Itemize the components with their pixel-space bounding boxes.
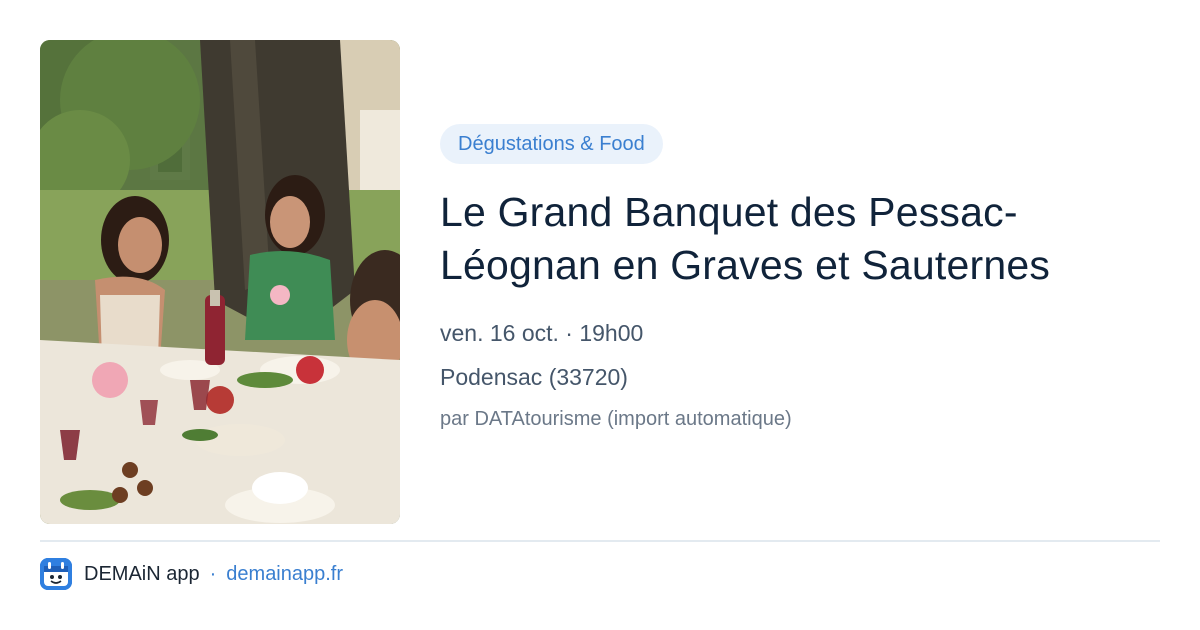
event-share-card[interactable]: Dégustations & Food Le Grand Banquet des… bbox=[0, 0, 1200, 630]
category-badge[interactable]: Dégustations & Food bbox=[440, 124, 663, 164]
site-link[interactable]: demainapp.fr bbox=[226, 563, 343, 586]
footer: DEMAiN app · demainapp.fr bbox=[40, 556, 343, 592]
event-details: Dégustations & Food Le Grand Banquet des… bbox=[440, 124, 1160, 432]
app-name[interactable]: DEMAiN app bbox=[84, 563, 200, 586]
footer-divider bbox=[40, 540, 1160, 542]
event-meta: ven. 16 oct. · 19h00 Podensac (33720) pa… bbox=[440, 318, 1160, 432]
demain-app-icon bbox=[40, 558, 72, 590]
footer-separator: · bbox=[209, 562, 217, 585]
event-location: Podensac (33720) bbox=[440, 364, 628, 390]
event-datetime: ven. 16 oct. · 19h00 bbox=[440, 320, 644, 346]
event-title[interactable]: Le Grand Banquet des Pessac-Léognan en G… bbox=[440, 186, 1140, 292]
event-source: par DATAtourisme (import automatique) bbox=[440, 408, 792, 430]
event-photo bbox=[40, 40, 400, 524]
